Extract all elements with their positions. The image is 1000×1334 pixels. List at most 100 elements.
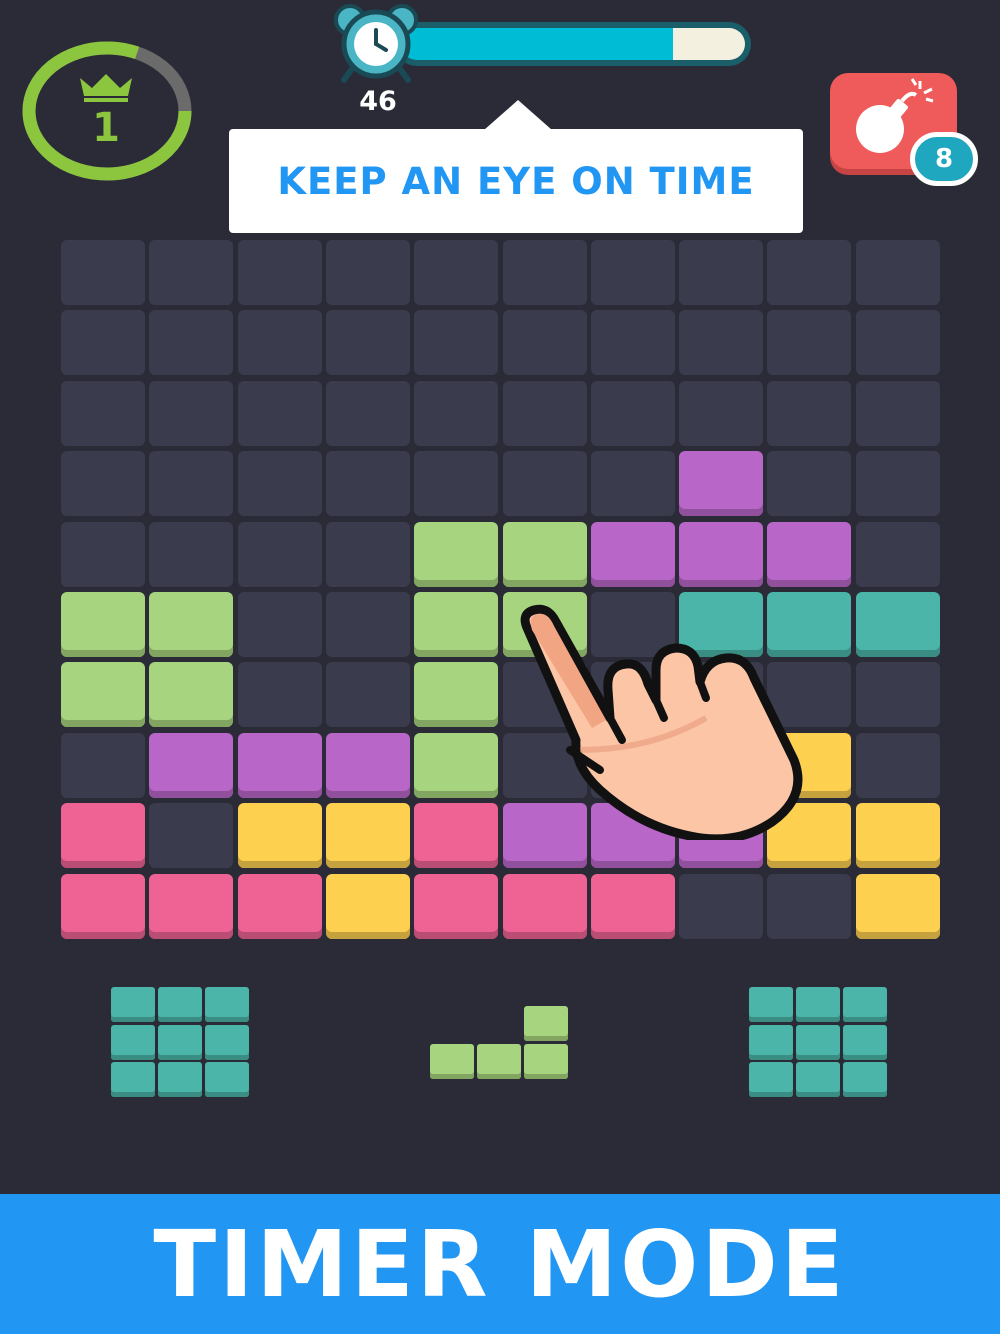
piece-block	[749, 1062, 793, 1098]
board-block-pink[interactable]	[149, 873, 234, 939]
board-cell-empty[interactable]	[237, 240, 322, 305]
board-cell-empty[interactable]	[590, 451, 675, 517]
board-cell-empty[interactable]	[325, 451, 410, 517]
board-cell-empty[interactable]	[61, 451, 145, 517]
board-cell-empty[interactable]	[414, 451, 499, 517]
board-block-green[interactable]	[414, 592, 499, 657]
board-cell-empty[interactable]	[61, 521, 145, 587]
board-block-green[interactable]	[414, 662, 499, 728]
board-cell-empty[interactable]	[61, 732, 145, 798]
board-block-green[interactable]	[414, 521, 499, 587]
tooltip-arrow	[484, 100, 552, 130]
board-block-purple[interactable]	[679, 451, 764, 517]
piece-block	[158, 1024, 202, 1060]
board-cell-empty[interactable]	[855, 451, 940, 517]
board-cell-empty[interactable]	[325, 521, 410, 587]
board-cell-empty[interactable]	[61, 240, 145, 305]
board-block-purple[interactable]	[767, 521, 852, 587]
board-cell-empty[interactable]	[325, 592, 410, 657]
board-cell-empty[interactable]	[61, 380, 145, 446]
board-cell-empty[interactable]	[767, 240, 852, 305]
piece-block	[796, 987, 840, 1022]
board-block-pink[interactable]	[61, 803, 145, 869]
board-block-purple[interactable]	[237, 732, 322, 798]
board-cell-empty[interactable]	[590, 240, 675, 305]
board-cell-empty[interactable]	[502, 380, 587, 446]
board-cell-empty[interactable]	[767, 380, 852, 446]
board-cell-empty[interactable]	[414, 240, 499, 305]
board-cell-empty[interactable]	[149, 380, 234, 446]
piece-block	[111, 1024, 155, 1060]
board-cell-empty[interactable]	[325, 662, 410, 728]
piece-block	[158, 987, 202, 1022]
board-block-teal[interactable]	[855, 592, 940, 657]
board-cell-empty[interactable]	[325, 310, 410, 376]
board-cell-empty[interactable]	[502, 451, 587, 517]
board-cell-empty[interactable]	[767, 310, 852, 376]
board-cell-empty[interactable]	[149, 521, 234, 587]
board-cell-empty[interactable]	[855, 521, 940, 587]
board-block-purple[interactable]	[590, 521, 675, 587]
board-cell-empty[interactable]	[502, 310, 587, 376]
board-cell-empty[interactable]	[149, 803, 234, 869]
board-cell-empty[interactable]	[237, 662, 322, 728]
board-cell-empty[interactable]	[149, 451, 234, 517]
piece-block	[477, 1043, 521, 1079]
board-block-pink[interactable]	[590, 873, 675, 939]
board-cell-empty[interactable]	[855, 380, 940, 446]
piece-block	[158, 1062, 202, 1098]
board-block-green[interactable]	[149, 662, 234, 728]
board-cell-empty[interactable]	[61, 310, 145, 376]
piece-block	[111, 987, 155, 1022]
board-cell-empty[interactable]	[237, 451, 322, 517]
board-block-yellow[interactable]	[855, 803, 940, 869]
piece-block	[524, 1006, 568, 1041]
board-cell-empty[interactable]	[237, 521, 322, 587]
board-cell-empty[interactable]	[679, 873, 764, 939]
board-block-purple[interactable]	[679, 521, 764, 587]
board-block-pink[interactable]	[61, 873, 145, 939]
board-cell-empty[interactable]	[502, 240, 587, 305]
board-block-yellow[interactable]	[855, 873, 940, 939]
mode-title: TIMER MODE	[153, 1210, 847, 1318]
board-cell-empty[interactable]	[855, 240, 940, 305]
board-block-green[interactable]	[502, 521, 587, 587]
board-cell-empty[interactable]	[679, 240, 764, 305]
board-block-pink[interactable]	[414, 803, 499, 869]
board-block-yellow[interactable]	[325, 803, 410, 869]
tooltip-text: KEEP AN EYE ON TIME	[277, 159, 755, 203]
board-block-green[interactable]	[61, 592, 145, 657]
board-cell-empty[interactable]	[325, 240, 410, 305]
board-cell-empty[interactable]	[679, 310, 764, 376]
board-block-pink[interactable]	[414, 873, 499, 939]
board-cell-empty[interactable]	[590, 380, 675, 446]
board-cell-empty[interactable]	[414, 310, 499, 376]
board-block-yellow[interactable]	[325, 873, 410, 939]
board-block-purple[interactable]	[325, 732, 410, 798]
board-cell-empty[interactable]	[855, 310, 940, 376]
piece-block	[205, 987, 249, 1022]
board-cell-empty[interactable]	[149, 240, 234, 305]
board-cell-empty[interactable]	[149, 310, 234, 376]
board-cell-empty[interactable]	[237, 310, 322, 376]
board-cell-empty[interactable]	[414, 380, 499, 446]
timer-remaining	[673, 28, 745, 60]
board-block-pink[interactable]	[502, 873, 587, 939]
board-block-yellow[interactable]	[237, 803, 322, 869]
board-cell-empty[interactable]	[767, 873, 852, 939]
board-cell-empty[interactable]	[237, 592, 322, 657]
board-cell-empty[interactable]	[855, 732, 940, 798]
board-cell-empty[interactable]	[237, 380, 322, 446]
board-cell-empty[interactable]	[325, 380, 410, 446]
board-cell-empty[interactable]	[767, 451, 852, 517]
board-block-green[interactable]	[61, 662, 145, 728]
piece-block	[843, 1062, 887, 1098]
board-cell-empty[interactable]	[590, 310, 675, 376]
board-block-green[interactable]	[149, 592, 234, 657]
board-block-pink[interactable]	[237, 873, 322, 939]
board-cell-empty[interactable]	[855, 662, 940, 728]
board-block-green[interactable]	[414, 732, 499, 798]
mode-banner: TIMER MODE	[0, 1194, 1000, 1334]
board-cell-empty[interactable]	[679, 380, 764, 446]
board-block-purple[interactable]	[149, 732, 234, 798]
